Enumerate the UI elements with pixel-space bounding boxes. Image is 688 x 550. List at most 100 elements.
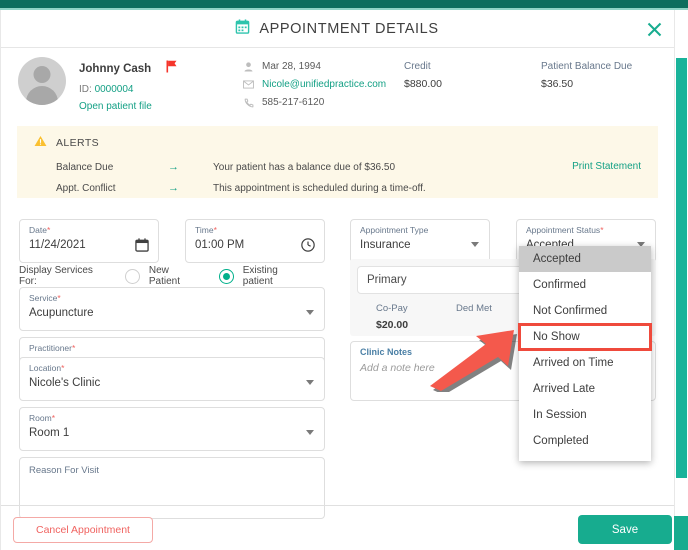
page-title: APPOINTMENT DETAILS [259, 21, 438, 37]
patient-contact-info: Mar 28, 1994 Nicole@unifiedpractice.com [243, 61, 386, 115]
patient-name: Johnny Cash [79, 63, 151, 75]
time-field[interactable]: Time* 01:00 PM [185, 219, 325, 263]
location-field[interactable]: Location* Nicole's Clinic [19, 357, 325, 401]
dropdown-option-completed[interactable]: Completed [519, 428, 651, 454]
patient-birthdate: Mar 28, 1994 [262, 61, 321, 72]
location-label: Location* [29, 363, 64, 373]
clinic-notes-placeholder: Add a note here [360, 362, 435, 374]
chevron-down-icon[interactable] [306, 380, 314, 385]
dropdown-option-in-session[interactable]: In Session [519, 402, 651, 428]
ded-met-label: Ded Met [456, 303, 492, 314]
alerts-title-text: ALERTS [56, 137, 99, 149]
print-statement-link[interactable]: Print Statement [572, 161, 641, 172]
location-value: Nicole's Clinic [29, 377, 100, 389]
warning-triangle-icon [34, 135, 47, 150]
red-flag-icon [166, 60, 178, 78]
credit-block: Credit $880.00 [404, 61, 442, 90]
dropdown-option-arrived-on-time[interactable]: Arrived on Time [519, 350, 651, 376]
patient-identity: Johnny Cash ID: 0000004 Open patient fil… [79, 60, 178, 112]
radio-new-patient-label: New Patient [149, 265, 197, 287]
room-label: Room* [29, 413, 55, 423]
appointment-type-value: Insurance [360, 239, 411, 251]
room-value: Room 1 [29, 427, 69, 439]
room-field[interactable]: Room* Room 1 [19, 407, 325, 451]
modal-header: APPOINTMENT DETAILS [0, 10, 674, 48]
radio-existing-patient-label: Existing patient [243, 265, 303, 287]
credit-value: $880.00 [404, 78, 442, 90]
save-button[interactable]: Save [578, 515, 672, 544]
radio-new-patient[interactable] [125, 269, 140, 284]
chevron-down-icon[interactable] [306, 310, 314, 315]
clinic-notes-label: Clinic Notes [360, 347, 412, 357]
dropdown-option-no-show[interactable]: No Show [519, 324, 651, 350]
modal-title-group: APPOINTMENT DETAILS [0, 10, 674, 48]
alert-label: Appt. Conflict [56, 183, 168, 194]
display-services-for-row: Display Services For: New Patient Existi… [19, 267, 325, 285]
appointment-status-label: Appointment Status* [526, 225, 604, 235]
credit-label: Credit [404, 61, 442, 72]
open-patient-file-link[interactable]: Open patient file [79, 101, 178, 112]
envelope-icon [243, 80, 254, 89]
patient-balance-block: Patient Balance Due $36.50 [541, 61, 632, 90]
alerts-header: ALERTS [34, 135, 99, 150]
time-value: 01:00 PM [195, 239, 244, 251]
chevron-down-icon[interactable] [306, 430, 314, 435]
appointment-status-dropdown[interactable]: Accepted Confirmed Not Confirmed No Show… [519, 246, 651, 461]
copay-label: Co-Pay [376, 303, 408, 314]
avatar-placeholder-icon [18, 57, 66, 105]
alert-text: This appointment is scheduled during a t… [213, 183, 426, 194]
copay-value: $20.00 [376, 319, 408, 331]
cancel-appointment-button[interactable]: Cancel Appointment [13, 517, 153, 543]
patient-id-value: 0000004 [95, 84, 134, 95]
service-field[interactable]: Service* Acupuncture [19, 287, 325, 331]
alert-arrow-icon: → [168, 182, 213, 194]
chevron-down-icon[interactable] [471, 242, 479, 247]
copay-block: Co-Pay $20.00 [376, 303, 408, 331]
appointment-type-label: Appointment Type [360, 225, 428, 235]
service-label: Service* [29, 293, 61, 303]
reason-for-visit-label: Reason For Visit [29, 465, 99, 476]
alerts-panel: ALERTS Balance Due → Your patient has a … [17, 126, 658, 198]
ded-met-block: Ded Met [456, 303, 492, 319]
practitioner-label: Practitioner* [29, 343, 75, 353]
appointment-details-modal: APPOINTMENT DETAILS Johnny Cash [0, 0, 688, 550]
phone-icon [243, 98, 254, 108]
patient-phone: 585-217-6120 [262, 97, 324, 108]
patient-email-row: Nicole@unifiedpractice.com [243, 79, 386, 90]
service-value: Acupuncture [29, 307, 94, 319]
date-value: 11/24/2021 [29, 239, 86, 251]
patient-birthdate-row: Mar 28, 1994 [243, 61, 386, 72]
display-services-for-label: Display Services For: [19, 265, 103, 287]
vertical-scrollbar-thumb[interactable] [676, 58, 687, 478]
alert-row: Balance Due → Your patient has a balance… [56, 161, 395, 173]
patient-balance-label: Patient Balance Due [541, 61, 632, 72]
clock-icon[interactable] [301, 238, 315, 257]
alert-arrow-icon: → [168, 161, 213, 173]
patient-id: ID: 0000004 [79, 84, 178, 95]
person-icon [243, 62, 254, 72]
date-label: Date* [29, 225, 50, 235]
close-icon[interactable] [642, 17, 666, 41]
patient-phone-row: 585-217-6120 [243, 97, 386, 108]
date-field[interactable]: Date* 11/24/2021 [19, 219, 159, 263]
patient-email[interactable]: Nicole@unifiedpractice.com [262, 79, 386, 90]
bottom-right-accent [674, 516, 688, 550]
dropdown-option-confirmed[interactable]: Confirmed [519, 272, 651, 298]
alert-row: Appt. Conflict → This appointment is sch… [56, 182, 426, 194]
alert-text: Your patient has a balance due of $36.50 [213, 162, 395, 173]
time-label: Time* [195, 225, 217, 235]
patient-id-label: ID: [79, 84, 92, 95]
reason-for-visit-field[interactable]: Reason For Visit [19, 457, 325, 519]
alert-label: Balance Due [56, 162, 168, 173]
modal-left-edge [0, 10, 1, 550]
vertical-scrollbar-track[interactable] [674, 10, 688, 550]
radio-existing-patient[interactable] [219, 269, 234, 284]
appointment-type-field[interactable]: Appointment Type Insurance [350, 219, 490, 263]
patient-summary: Johnny Cash ID: 0000004 Open patient fil… [0, 49, 674, 116]
dropdown-option-accepted[interactable]: Accepted [519, 246, 651, 272]
calendar-icon[interactable] [135, 238, 149, 257]
patient-balance-value: $36.50 [541, 78, 632, 90]
dropdown-option-not-confirmed[interactable]: Not Confirmed [519, 298, 651, 324]
dropdown-option-arrived-late[interactable]: Arrived Late [519, 376, 651, 402]
footer-divider [0, 505, 674, 506]
